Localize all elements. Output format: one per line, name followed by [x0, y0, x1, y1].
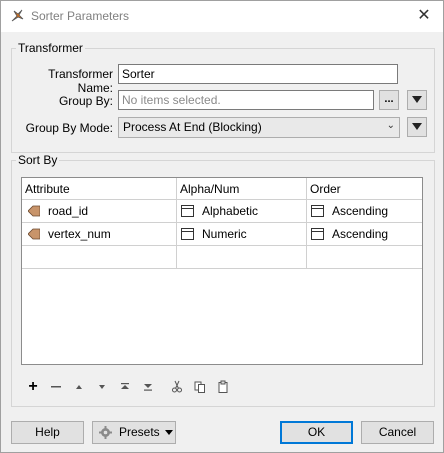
triangle-down-icon — [165, 430, 173, 435]
ok-button[interactable]: OK — [280, 421, 353, 444]
window-title: Sorter Parameters — [31, 9, 130, 23]
transformer-name-label: Transformer Name: — [48, 67, 113, 95]
list-box-icon — [311, 204, 324, 217]
fme-app-icon — [11, 9, 24, 22]
sort-table: Attribute Alpha/Num Order road_id Alphab… — [21, 177, 423, 365]
group-by-menu-button[interactable] — [407, 90, 427, 110]
list-box-icon — [181, 227, 194, 240]
table-row-alpha-num[interactable]: Numeric — [177, 223, 307, 246]
move-bottom-icon[interactable] — [141, 380, 155, 394]
table-row-order[interactable]: Ascending — [307, 223, 422, 246]
table-row-attribute[interactable]: road_id — [22, 200, 177, 223]
presets-label: Presets — [119, 425, 160, 439]
triangle-down-icon — [412, 123, 422, 130]
table-row-attribute[interactable]: vertex_num — [22, 223, 177, 246]
table-row-alpha-num[interactable]: Alphabetic — [177, 200, 307, 223]
empty-row-cell[interactable] — [307, 246, 422, 269]
dialog-window: Sorter Parameters ✕ Transformer Transfor… — [0, 0, 444, 453]
help-button[interactable]: Help — [11, 421, 84, 444]
minus-icon[interactable] — [49, 380, 63, 394]
close-icon[interactable]: ✕ — [415, 7, 433, 25]
list-box-icon — [311, 227, 324, 240]
move-down-icon[interactable] — [95, 380, 109, 394]
copy-icon[interactable] — [193, 380, 207, 394]
empty-row-cell[interactable] — [22, 246, 177, 269]
move-top-icon[interactable] — [118, 380, 132, 394]
alpha-num-value: Numeric — [202, 227, 247, 241]
order-value: Ascending — [332, 227, 389, 241]
plus-icon[interactable]: + — [26, 379, 40, 395]
column-header-attribute[interactable]: Attribute — [22, 178, 177, 200]
transformer-legend: Transformer — [18, 41, 83, 55]
paste-icon[interactable] — [216, 380, 230, 394]
cut-icon[interactable] — [170, 380, 184, 394]
group-by-mode-select[interactable]: Process At End (Blocking) ⌄ — [118, 117, 400, 138]
order-value: Ascending — [332, 204, 389, 218]
group-by-label: Group By: — [58, 94, 113, 108]
attribute-value: vertex_num — [48, 227, 111, 241]
move-up-icon[interactable] — [72, 380, 86, 394]
transformer-name-field[interactable]: Sorter — [118, 64, 398, 84]
title-bar: Sorter Parameters ✕ — [1, 1, 443, 32]
attribute-icon — [28, 228, 40, 240]
alpha-num-value: Alphabetic — [202, 204, 259, 218]
column-header-order[interactable]: Order — [307, 178, 422, 200]
chevron-down-icon: ⌄ — [386, 120, 395, 131]
group-by-field[interactable]: No items selected. — [118, 90, 374, 110]
sort-by-legend: Sort By — [18, 153, 58, 167]
empty-row-cell[interactable] — [177, 246, 307, 269]
presets-button[interactable]: Presets — [92, 421, 176, 444]
attribute-value: road_id — [48, 204, 89, 218]
group-by-mode-label: Group By Mode: — [25, 121, 113, 135]
list-box-icon — [181, 204, 194, 217]
gear-icon — [99, 426, 112, 439]
cancel-button[interactable]: Cancel — [361, 421, 434, 444]
attribute-icon — [28, 205, 40, 217]
group-by-mode-menu-button[interactable] — [407, 117, 427, 137]
group-by-browse-button[interactable]: ... — [379, 90, 399, 110]
table-row-order[interactable]: Ascending — [307, 200, 422, 223]
triangle-down-icon — [412, 96, 422, 103]
column-header-alpha-num[interactable]: Alpha/Num — [177, 178, 307, 200]
group-by-mode-value: Process At End (Blocking) — [123, 120, 262, 134]
